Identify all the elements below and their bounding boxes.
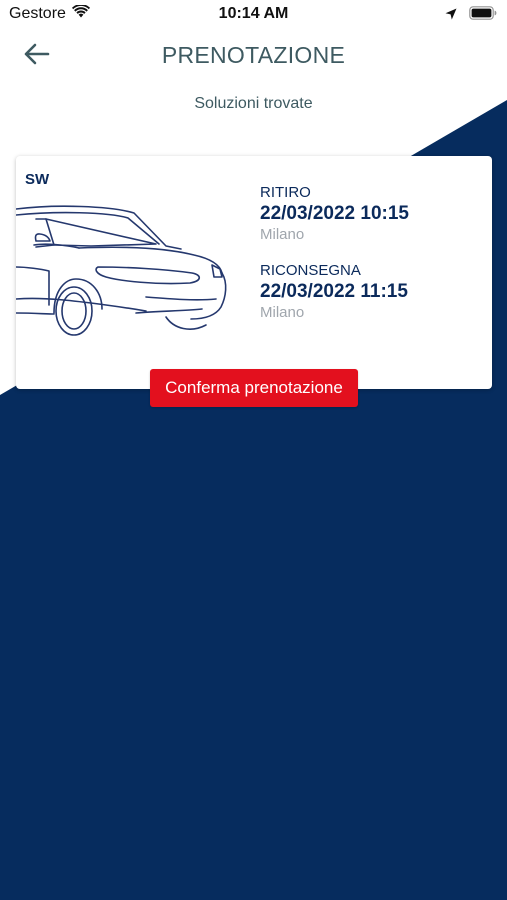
pickup-datetime: 22/03/2022 10:15 [260,203,409,224]
page-subtitle: Soluzioni trovate [194,95,313,112]
pickup-location: Milano [260,226,305,243]
booking-result-card: SW RITIRO 22/03/2022 10:15 Milano RICONS… [16,156,492,389]
location-arrow-icon [445,7,457,25]
car-outline-icon [16,201,241,351]
status-bar: Gestore 10:14 AM [0,0,507,30]
battery-icon [469,6,497,25]
return-label: RICONSEGNA [260,262,361,279]
booking-screen: Gestore 10:14 AM PRENOTAZIONE Soluzioni … [0,0,507,900]
return-info: RICONSEGNA 22/03/2022 11:15 Milano [260,262,408,322]
return-location: Milano [260,304,305,321]
pickup-label: RITIRO [260,184,311,201]
background-shape [0,100,507,900]
pickup-info: RITIRO 22/03/2022 10:15 Milano [260,184,409,244]
confirm-booking-button[interactable]: Conferma prenotazione [150,369,358,407]
status-indicators [445,6,497,25]
return-datetime: 22/03/2022 11:15 [260,281,408,302]
status-time: 10:14 AM [218,5,289,22]
page-title: PRENOTAZIONE [161,42,346,68]
car-category: SW [25,171,50,188]
